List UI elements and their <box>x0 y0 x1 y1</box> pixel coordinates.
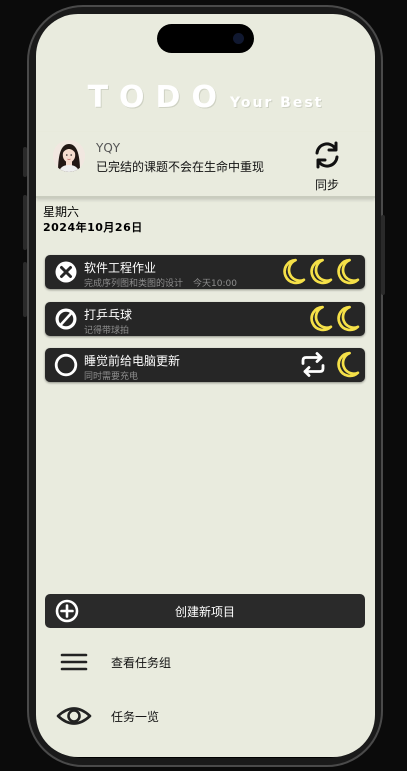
moon-rating <box>299 351 360 378</box>
sync-label: 同步 <box>314 178 339 192</box>
view-task-groups-label: 查看任务组 <box>111 656 172 670</box>
moon-icon <box>283 258 306 285</box>
create-item-button[interactable]: 创建新项目 <box>45 594 365 628</box>
profile-motto: 已完结的课题不会在生命中重现 <box>96 160 265 174</box>
task-time: 今天10:00 <box>193 279 237 289</box>
moon-icon <box>337 351 360 378</box>
task-title: 打乒乓球 <box>84 308 133 322</box>
date-display: 星期六 2024年10月26日 <box>43 204 143 236</box>
avatar[interactable] <box>53 140 85 172</box>
volume-up-button <box>23 195 27 250</box>
task-overview-label: 任务一览 <box>111 710 160 724</box>
empty-circle-icon[interactable] <box>54 353 78 377</box>
sync-button[interactable]: 同步 <box>306 140 348 193</box>
task-description: 完成序列图和类图的设计 <box>84 279 184 289</box>
logo-slogan: Your Best <box>229 95 324 111</box>
eye-icon <box>56 707 92 725</box>
moon-icon <box>337 258 360 285</box>
camera-icon <box>233 33 244 44</box>
sync-icon <box>315 141 339 169</box>
task-description: 记得带球拍 <box>84 326 130 336</box>
moon-icon <box>310 305 333 332</box>
logo-title: TODO <box>87 80 228 115</box>
task-subtitle: 完成序列图和类图的设计 今天10:00 <box>84 276 237 289</box>
create-item-label: 创建新项目 <box>174 605 235 619</box>
task-subtitle: 记得带球拍 <box>84 323 129 336</box>
task-description: 同时需要充电 <box>84 372 139 382</box>
power-button <box>381 215 385 295</box>
moon-rating <box>281 258 360 285</box>
moon-icon <box>337 305 360 332</box>
volume-down-button <box>23 262 27 317</box>
task-card[interactable]: 打乒乓球 记得带球拍 <box>45 302 365 336</box>
app-logo: TODO Your Best <box>36 80 375 116</box>
task-card[interactable]: 软件工程作业 完成序列图和类图的设计 今天10:00 <box>45 255 365 289</box>
slash-circle-icon[interactable] <box>54 307 78 331</box>
task-card[interactable]: 睡觉前给电脑更新 同时需要充电 <box>45 348 365 382</box>
view-task-groups-button[interactable]: 查看任务组 <box>36 642 375 682</box>
user-avatar-photo-icon <box>53 140 85 172</box>
task-overview-button[interactable]: 任务一览 <box>36 696 375 736</box>
username: YQY <box>96 141 121 155</box>
app-screen: TODO Your Best YQY 已完结的课题不会在生命中重现 同步 星期六… <box>36 14 375 757</box>
full-date-label: 2024年10月26日 <box>43 221 143 234</box>
task-title: 睡觉前给电脑更新 <box>84 354 181 368</box>
profile-header: YQY 已完结的课题不会在生命中重现 同步 <box>36 132 375 198</box>
task-title: 软件工程作业 <box>84 261 157 275</box>
moon-rating <box>308 305 360 332</box>
x-circle-icon[interactable] <box>54 260 78 284</box>
task-subtitle: 同时需要充电 <box>84 369 138 382</box>
dynamic-island <box>157 24 254 53</box>
repeat-icon[interactable] <box>299 351 327 378</box>
mute-switch <box>23 147 27 177</box>
moon-icon <box>310 258 333 285</box>
weekday-label: 星期六 <box>43 205 80 219</box>
hamburger-menu-icon <box>60 653 88 671</box>
